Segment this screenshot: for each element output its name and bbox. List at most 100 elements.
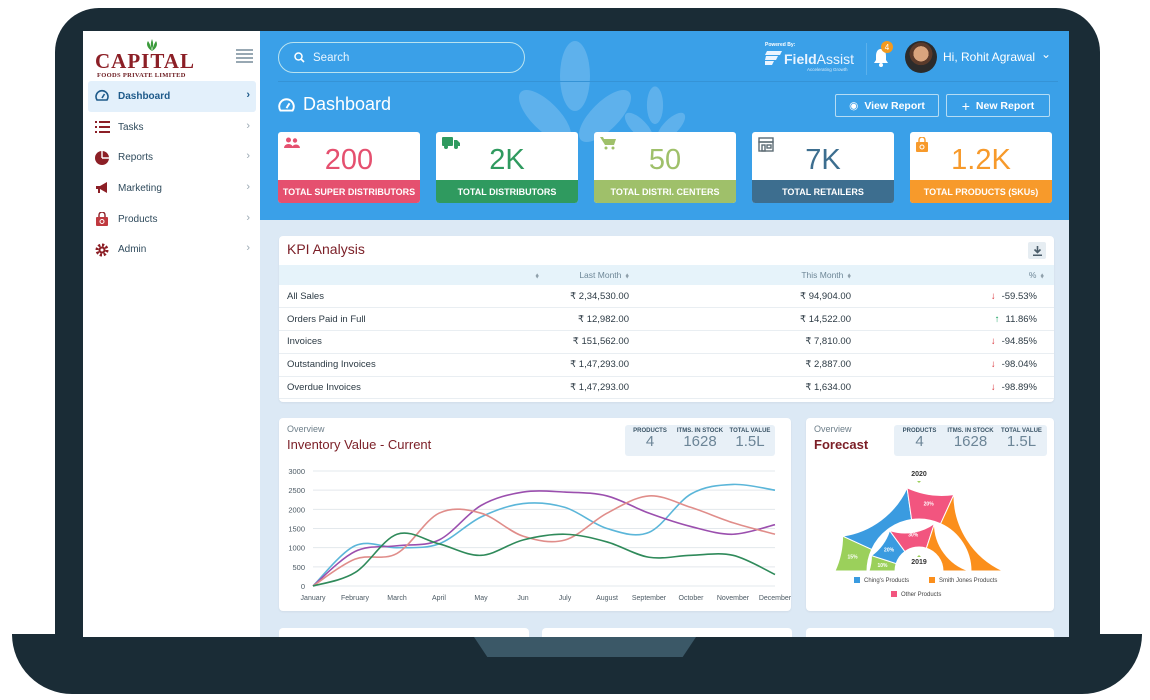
chevron-right-icon: › — [246, 150, 250, 163]
kpi-last-month: ₹ 1,47,293.00 — [549, 353, 639, 377]
stat-card-distri-centers[interactable]: 50 TOTAL DISTRI. CENTERS — [594, 132, 736, 203]
chevron-right-icon: › — [246, 242, 250, 255]
y-tick-label: 1500 — [288, 525, 305, 534]
user-greeting[interactable]: Hi, Rohit Agrawal — [943, 50, 1035, 64]
card-overline: Overview — [287, 424, 325, 434]
arrow-down-icon: ↓ — [990, 382, 996, 394]
ring-label-2019: 2019 — [911, 559, 927, 566]
summary-items-in-stock: ITMS. IN STOCK 1628 — [947, 428, 994, 450]
inventory-line-chart: 0 500 1000 1500 2000 2500 3000 January February M… — [288, 467, 791, 602]
y-tick-label: 500 — [292, 563, 305, 572]
plus-icon: + — [961, 97, 970, 114]
kpi-this-month: ₹ 1,634.00 — [639, 376, 861, 400]
stat-value: 7K — [805, 144, 841, 176]
sidebar-item-dashboard[interactable]: Dashboard › — [88, 81, 256, 112]
search-input[interactable]: Search — [278, 42, 525, 73]
sidebar-item-label: Dashboard — [118, 90, 171, 102]
y-tick-label: 2000 — [288, 505, 305, 514]
sidebar-nav: Dashboard › Tasks › Reports › Marketing … — [88, 81, 256, 265]
sidebar-item-marketing[interactable]: Marketing › — [88, 173, 256, 204]
kpi-last-month: ₹ 1,47,293.00 — [549, 376, 639, 400]
view-report-button[interactable]: ◉ View Report — [835, 94, 939, 117]
x-tick-label: March — [387, 595, 407, 602]
sort-icon: ⬧ — [1040, 270, 1044, 280]
table-row[interactable]: Orders Paid in Full ₹ 12,982.00 ₹ 14,522.0… — [279, 307, 1054, 332]
page-title-text: Dashboard — [303, 94, 392, 114]
stat-value: 2K — [489, 144, 525, 176]
x-tick-label: January — [301, 595, 326, 602]
powered-by-label: Powered By: — [765, 42, 796, 48]
stat-card-super-distributors[interactable]: 200 TOTAL SUPER DISTRIBUTORS — [278, 132, 420, 203]
column-header-name[interactable]: ⬧ — [279, 265, 549, 285]
bag-icon — [94, 211, 110, 227]
kpi-this-month: ₹ 94,904.00 — [639, 285, 861, 309]
x-tick-label: July — [559, 595, 572, 602]
forecast-chart-card: Overview Forecast PRODUCTS 4 ITMS. IN STO… — [806, 418, 1054, 611]
sidebar-item-admin[interactable]: Admin › — [88, 234, 256, 265]
partner-logo: Powered By: FieldAssist Accelerating Gro… — [765, 42, 860, 74]
column-header-this-month[interactable]: This Month ⬧ — [639, 265, 861, 285]
x-tick-label: February — [341, 595, 370, 602]
inventory-chart-card: Overview Inventory Value - Current PRODU… — [279, 418, 791, 611]
stat-card-retailers[interactable]: 7K TOTAL RETAILERS — [752, 132, 894, 203]
x-tick-label: October — [679, 595, 705, 602]
new-report-button[interactable]: + New Report — [946, 94, 1050, 117]
summary-total-value: TOTAL VALUE 1.5L — [729, 428, 771, 450]
kpi-name: Invoices — [279, 330, 549, 354]
x-tick-label: November — [717, 595, 750, 602]
forecast-summary: PRODUCTS 4 ITMS. IN STOCK 1628 TOTAL VALUE… — [894, 425, 1047, 456]
sidebar-item-label: Admin — [118, 244, 147, 256]
stat-card-distributors[interactable]: 2K TOTAL DISTRIBUTORS — [436, 132, 578, 203]
x-tick-label: August — [596, 595, 618, 602]
table-row[interactable]: Outstanding Invoices ₹ 1,47,293.00 ₹ 2,887… — [279, 353, 1054, 377]
new-report-label: New Report — [975, 99, 1035, 112]
column-header-last-month[interactable]: Last Month ⬧ — [549, 265, 639, 285]
summary-total-value: TOTAL VALUE 1.5L — [1001, 428, 1042, 450]
stat-value: 50 — [648, 144, 682, 176]
x-tick-label: May — [474, 595, 488, 602]
card-title: Forecast — [814, 437, 869, 452]
slice-label: 40% — [944, 547, 955, 553]
menu-toggle-icon[interactable] — [236, 49, 253, 63]
legend-label: Smith Jones Products — [939, 578, 997, 584]
chevron-down-icon[interactable]: ⌄ — [1041, 47, 1051, 61]
forecast-donut-chart: 15% 35% 20% 40% 10% 20% 30% 40% 2020 2019 Ching's … — [834, 471, 1004, 598]
x-tick-label: December — [759, 595, 791, 602]
card-overline: Overview — [814, 424, 852, 434]
kpi-analysis-card: KPI Analysis ⬧ Last Month ⬧ This Month ⬧ %… — [279, 236, 1054, 402]
sidebar-item-products[interactable]: Products › — [88, 204, 256, 235]
table-row[interactable]: Invoices ₹ 151,562.00 ₹ 7,810.00 ↓ -94.85% — [279, 330, 1054, 354]
fieldassist-logo-icon — [765, 51, 782, 65]
column-header-percent[interactable]: % ⬧ — [861, 265, 1054, 285]
kpi-name: Orders Paid in Full — [279, 307, 549, 332]
avatar[interactable] — [905, 41, 937, 73]
gear-icon — [94, 242, 110, 258]
gauge-icon — [94, 88, 110, 104]
sidebar-item-label: Marketing — [118, 182, 162, 194]
kpi-table: ⬧ Last Month ⬧ This Month ⬧ % ⬧ All Sales ₹ … — [279, 265, 1054, 400]
arrow-down-icon: ↓ — [990, 290, 996, 302]
stat-label: TOTAL DISTRIBUTORS — [436, 180, 578, 203]
table-row[interactable]: Overdue Invoices ₹ 1,47,293.00 ₹ 1,634.00 ↓… — [279, 376, 1054, 400]
kpi-last-month: ₹ 12,982.00 — [549, 307, 639, 332]
arrow-up-icon: ↑ — [994, 313, 1000, 325]
sort-icon: ⬧ — [847, 270, 851, 280]
partner-name: FieldAssist — [784, 51, 855, 67]
header-separator — [866, 43, 867, 75]
legend-label: Ching's Products — [864, 578, 909, 584]
table-row[interactable]: All Sales ₹ 2,34,530.00 ₹ 94,904.00 ↓ -59.53… — [279, 285, 1054, 309]
search-icon — [294, 52, 305, 63]
stat-value: 200 — [324, 144, 374, 176]
slice-label: 15% — [848, 555, 859, 561]
sidebar-item-tasks[interactable]: Tasks › — [88, 112, 256, 143]
legend-label: Other Products — [901, 592, 941, 598]
sidebar-item-reports[interactable]: Reports › — [88, 142, 256, 173]
stat-card-products[interactable]: 1.2K TOTAL PRODUCTS (SKUs) — [910, 132, 1052, 203]
summary-items-in-stock: ITMS. IN STOCK 1628 — [676, 428, 724, 450]
chevron-right-icon: › — [246, 181, 250, 194]
search-placeholder: Search — [313, 51, 350, 64]
table-header-row: ⬧ Last Month ⬧ This Month ⬧ % ⬧ — [279, 265, 1054, 285]
partner-tagline: Accelerating Growth — [807, 67, 848, 72]
ring-marker — [917, 481, 921, 483]
download-button[interactable] — [1028, 242, 1046, 259]
